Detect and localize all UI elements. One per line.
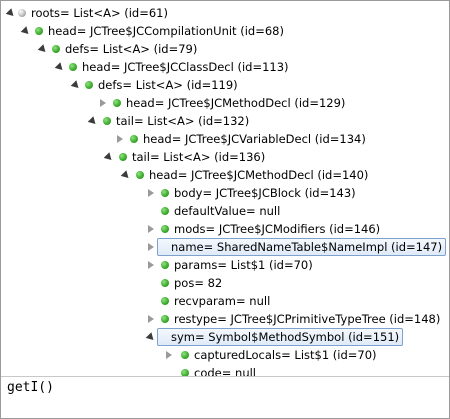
expand-arrow-icon[interactable] [120, 170, 132, 181]
field-icon [35, 27, 43, 35]
expand-arrow-icon[interactable] [37, 44, 49, 55]
tree-row-label: head= JCTree$JCMethodDecl (id=129) [126, 96, 346, 110]
field-icon [119, 153, 127, 161]
expand-arrow-icon[interactable] [54, 62, 66, 73]
tree-row-body[interactable]: body= JCTree$JCBlock (id=143) [1, 184, 449, 202]
tree-row-label: head= JCTree$JCCompilationUnit (id=68) [48, 24, 284, 38]
tree-row-tail[interactable]: tail= List<A> (id=136) [1, 148, 449, 166]
field-icon [161, 279, 169, 287]
tree-row-label: head= JCTree$JCVariableDecl (id=134) [143, 132, 366, 146]
field-icon [103, 117, 111, 125]
collapse-arrow-icon[interactable] [166, 351, 172, 359]
expand-arrow-icon[interactable] [145, 332, 157, 343]
tree-row-code[interactable]: code= null [1, 364, 449, 376]
tree-row-label: roots= List<A> (id=61) [31, 6, 168, 20]
tree-row-label: restype= JCTree$JCPrimitiveTypeTree (id=… [174, 312, 441, 326]
field-icon [161, 207, 169, 215]
field-icon [161, 315, 169, 323]
field-icon [161, 225, 169, 233]
tree-row-label: capturedLocals= List$1 (id=70) [194, 348, 377, 362]
tree-row-label: code= null [194, 366, 256, 376]
variables-view: roots= List<A> (id=61) head= JCTree$JCCo… [0, 0, 450, 419]
tree-row-label: defs= List<A> (id=79) [65, 42, 198, 56]
expand-arrow-icon[interactable] [103, 152, 115, 163]
field-icon [69, 63, 77, 71]
field-icon [113, 99, 121, 107]
collapse-arrow-icon[interactable] [117, 135, 123, 143]
tree-row-name[interactable]: name= SharedNameTable$NameImpl (id=147) [1, 238, 449, 256]
tree-row-label: tail= List<A> (id=132) [116, 114, 250, 128]
tree-row-restype[interactable]: restype= JCTree$JCPrimitiveTypeTree (id=… [1, 310, 449, 328]
tree-row-label: mods= JCTree$JCModifiers (id=146) [174, 222, 381, 236]
tree-row-method-decl[interactable]: head= JCTree$JCMethodDecl (id=140) [1, 166, 449, 184]
tree-row-label-selected: sym= Symbol$MethodSymbol (id=151) [157, 328, 404, 346]
tree-row-defs[interactable]: defs= List<A> (id=79) [1, 40, 449, 58]
static-field-icon [18, 9, 26, 17]
tree-row-class-decl[interactable]: head= JCTree$JCClassDecl (id=113) [1, 58, 449, 76]
tree-row-label: pos= 82 [174, 276, 223, 290]
tree-row-label: defs= List<A> (id=119) [98, 78, 238, 92]
detail-pane[interactable]: getI() [7, 380, 54, 395]
expand-arrow-icon[interactable] [87, 116, 99, 127]
tree-row-label: defaultValue= null [174, 204, 281, 218]
tree-row-roots[interactable]: roots= List<A> (id=61) [1, 4, 449, 22]
tree-row-label: params= List$1 (id=70) [174, 258, 313, 272]
tree-row-recvparam[interactable]: recvparam= null [1, 292, 449, 310]
tree-row-label-highlighted: name= SharedNameTable$NameImpl (id=147) [157, 238, 447, 256]
field-icon [130, 135, 138, 143]
tree-row-params[interactable]: params= List$1 (id=70) [1, 256, 449, 274]
tree-row-mods[interactable]: mods= JCTree$JCModifiers (id=146) [1, 220, 449, 238]
tree-row-tail[interactable]: tail= List<A> (id=132) [1, 112, 449, 130]
tree-row-label: head= JCTree$JCMethodDecl (id=140) [149, 168, 369, 182]
tree-row-label: tail= List<A> (id=136) [132, 150, 266, 164]
tree-row-defs[interactable]: defs= List<A> (id=119) [1, 76, 449, 94]
tree-row-label: body= JCTree$JCBlock (id=143) [174, 186, 356, 200]
field-icon [161, 297, 169, 305]
tree-row-label: head= JCTree$JCClassDecl (id=113) [82, 60, 289, 74]
collapse-arrow-icon[interactable] [148, 261, 154, 269]
detail-text: getI() [7, 380, 54, 395]
field-icon [181, 351, 189, 359]
expand-arrow-icon[interactable] [70, 80, 82, 91]
collapse-arrow-icon[interactable] [148, 189, 154, 197]
tree-row-pos[interactable]: pos= 82 [1, 274, 449, 292]
field-icon [136, 171, 144, 179]
field-icon [161, 189, 169, 197]
tree-row-variable-decl[interactable]: head= JCTree$JCVariableDecl (id=134) [1, 130, 449, 148]
pane-divider[interactable] [1, 376, 449, 377]
tree-row-default-value[interactable]: defaultValue= null [1, 202, 449, 220]
tree-row-captured-locals[interactable]: capturedLocals= List$1 (id=70) [1, 346, 449, 364]
collapse-arrow-icon[interactable] [148, 225, 154, 233]
tree-row-method-decl[interactable]: head= JCTree$JCMethodDecl (id=129) [1, 94, 449, 112]
variables-tree[interactable]: roots= List<A> (id=61) head= JCTree$JCCo… [1, 1, 449, 376]
field-icon [161, 261, 169, 269]
collapse-arrow-icon[interactable] [100, 99, 106, 107]
field-icon [52, 45, 60, 53]
expand-arrow-icon[interactable] [20, 26, 32, 37]
tree-row-sym[interactable]: sym= Symbol$MethodSymbol (id=151) [1, 328, 449, 346]
tree-row-label: recvparam= null [174, 294, 271, 308]
collapse-arrow-icon[interactable] [148, 243, 154, 251]
field-icon [85, 81, 93, 89]
expand-arrow-icon[interactable] [5, 8, 17, 19]
tree-row-compilation-unit[interactable]: head= JCTree$JCCompilationUnit (id=68) [1, 22, 449, 40]
collapse-arrow-icon[interactable] [148, 315, 154, 323]
field-icon [181, 369, 189, 376]
